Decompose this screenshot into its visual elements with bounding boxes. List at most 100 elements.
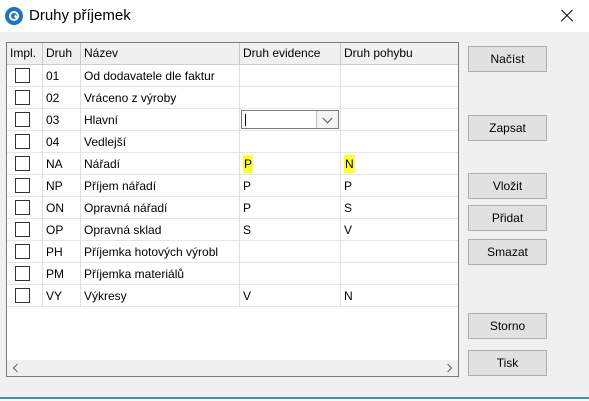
nazev-cell[interactable]: Příjemka hotových výrobl bbox=[81, 241, 240, 263]
druh-cell[interactable]: PH bbox=[43, 241, 81, 263]
evidence-cell[interactable]: V bbox=[240, 285, 341, 307]
dialog-body: Impl. Druh Název Druh evidence Druh pohy… bbox=[0, 32, 589, 398]
column-header-impl[interactable]: Impl. bbox=[7, 43, 43, 65]
impl-cell bbox=[7, 241, 43, 263]
impl-checkbox[interactable] bbox=[15, 156, 30, 171]
impl-cell bbox=[7, 65, 43, 87]
pohyb-cell[interactable] bbox=[341, 109, 458, 131]
impl-cell bbox=[7, 131, 43, 153]
druh-cell[interactable]: ON bbox=[43, 197, 81, 219]
evidence-cell[interactable]: S bbox=[240, 219, 341, 241]
tisk-button[interactable]: Tisk bbox=[468, 350, 547, 376]
impl-cell bbox=[7, 197, 43, 219]
grid-header: Impl. Druh Název Druh evidence Druh pohy… bbox=[7, 43, 458, 65]
chevron-down-icon[interactable] bbox=[316, 111, 338, 128]
impl-cell bbox=[7, 263, 43, 285]
pohyb-cell[interactable] bbox=[341, 87, 458, 109]
evidence-cell[interactable] bbox=[240, 65, 341, 87]
table-row[interactable]: OP Opravná sklad S V bbox=[7, 219, 458, 241]
highlighted-value: P bbox=[243, 155, 254, 173]
nazev-cell[interactable]: Vedlejší bbox=[81, 131, 240, 153]
druh-cell[interactable]: VY bbox=[43, 285, 81, 307]
column-header-druh[interactable]: Druh bbox=[43, 43, 81, 65]
impl-checkbox[interactable] bbox=[15, 266, 30, 281]
zapsat-button[interactable]: Zapsat bbox=[468, 115, 547, 141]
impl-cell bbox=[7, 153, 43, 175]
nazev-cell[interactable]: Nářadí bbox=[81, 153, 240, 175]
title-bar: Druhy příjemek bbox=[0, 0, 589, 32]
pohyb-cell[interactable]: P bbox=[341, 175, 458, 197]
pohyb-cell[interactable] bbox=[341, 263, 458, 285]
impl-checkbox[interactable] bbox=[15, 288, 30, 303]
nazev-cell[interactable]: Příjem nářadí bbox=[81, 175, 240, 197]
druh-cell[interactable]: 01 bbox=[43, 65, 81, 87]
window-title: Druhy příjemek bbox=[29, 7, 131, 24]
impl-cell bbox=[7, 175, 43, 197]
highlighted-value: N bbox=[344, 155, 355, 173]
column-header-druh-pohybu[interactable]: Druh pohybu bbox=[341, 43, 458, 65]
impl-checkbox[interactable] bbox=[15, 178, 30, 193]
vlozit-button[interactable]: Vložit bbox=[468, 173, 547, 199]
impl-checkbox[interactable] bbox=[15, 134, 30, 149]
druh-cell[interactable]: NA bbox=[43, 153, 81, 175]
pohyb-cell[interactable]: N bbox=[341, 285, 458, 307]
horizontal-scrollbar[interactable] bbox=[7, 360, 458, 376]
impl-checkbox[interactable] bbox=[15, 90, 30, 105]
pohyb-cell[interactable] bbox=[341, 241, 458, 263]
evidence-cell[interactable]: P bbox=[240, 175, 341, 197]
column-header-druh-evidence[interactable]: Druh evidence bbox=[240, 43, 341, 65]
scroll-left-icon[interactable] bbox=[7, 360, 24, 376]
table-row[interactable]: 04 Vedlejší bbox=[7, 131, 458, 153]
evidence-cell[interactable] bbox=[240, 263, 341, 285]
column-header-nazev[interactable]: Název bbox=[81, 43, 240, 65]
impl-cell bbox=[7, 285, 43, 307]
table-row[interactable]: 01 Od dodavatele dle faktur bbox=[7, 65, 458, 87]
nazev-cell[interactable]: Vráceno z výroby bbox=[81, 87, 240, 109]
app-logo-icon bbox=[5, 7, 23, 25]
table-row[interactable]: VY Výkresy V N bbox=[7, 285, 458, 307]
nazev-cell[interactable]: Opravná nářadí bbox=[81, 197, 240, 219]
druh-cell[interactable]: NP bbox=[43, 175, 81, 197]
impl-checkbox[interactable] bbox=[15, 222, 30, 237]
close-button[interactable] bbox=[552, 3, 582, 29]
evidence-cell[interactable] bbox=[240, 87, 341, 109]
pridat-button[interactable]: Přidat bbox=[468, 205, 547, 231]
druh-cell[interactable]: 02 bbox=[43, 87, 81, 109]
nazev-cell[interactable]: Opravná sklad bbox=[81, 219, 240, 241]
nazev-cell[interactable]: Od dodavatele dle faktur bbox=[81, 65, 240, 87]
nazev-cell[interactable]: Hlavní bbox=[81, 109, 240, 131]
evidence-cell[interactable]: P bbox=[240, 153, 341, 175]
nacist-button[interactable]: Načíst bbox=[468, 46, 547, 72]
table-row[interactable]: NA Nářadí P N bbox=[7, 153, 458, 175]
druh-cell[interactable]: 04 bbox=[43, 131, 81, 153]
nazev-cell[interactable]: Výkresy bbox=[81, 285, 240, 307]
impl-checkbox[interactable] bbox=[15, 200, 30, 215]
table-row[interactable]: NP Příjem nářadí P P bbox=[7, 175, 458, 197]
druh-cell[interactable]: PM bbox=[43, 263, 81, 285]
pohyb-cell[interactable]: N bbox=[341, 153, 458, 175]
druh-cell[interactable]: 03 bbox=[43, 109, 81, 131]
evidence-cell[interactable]: P bbox=[240, 197, 341, 219]
impl-checkbox[interactable] bbox=[15, 68, 30, 83]
scroll-right-icon[interactable] bbox=[441, 360, 458, 376]
impl-cell bbox=[7, 87, 43, 109]
evidence-cell[interactable] bbox=[240, 131, 341, 153]
druh-evidence-combobox[interactable] bbox=[241, 110, 339, 129]
impl-checkbox[interactable] bbox=[15, 244, 30, 259]
table-row[interactable]: 02 Vráceno z výroby bbox=[7, 87, 458, 109]
data-grid: Impl. Druh Název Druh evidence Druh pohy… bbox=[6, 42, 459, 377]
nazev-cell[interactable]: Příjemka materiálů bbox=[81, 263, 240, 285]
druh-cell[interactable]: OP bbox=[43, 219, 81, 241]
evidence-cell[interactable] bbox=[240, 241, 341, 263]
table-row[interactable]: 03 Hlavní bbox=[7, 109, 458, 131]
pohyb-cell[interactable]: S bbox=[341, 197, 458, 219]
table-row[interactable]: PM Příjemka materiálů bbox=[7, 263, 458, 285]
impl-checkbox[interactable] bbox=[15, 112, 30, 127]
table-row[interactable]: PH Příjemka hotových výrobl bbox=[7, 241, 458, 263]
smazat-button[interactable]: Smazat bbox=[468, 239, 547, 265]
pohyb-cell[interactable] bbox=[341, 65, 458, 87]
table-row[interactable]: ON Opravná nářadí P S bbox=[7, 197, 458, 219]
pohyb-cell[interactable]: V bbox=[341, 219, 458, 241]
storno-button[interactable]: Storno bbox=[468, 313, 547, 339]
pohyb-cell[interactable] bbox=[341, 131, 458, 153]
